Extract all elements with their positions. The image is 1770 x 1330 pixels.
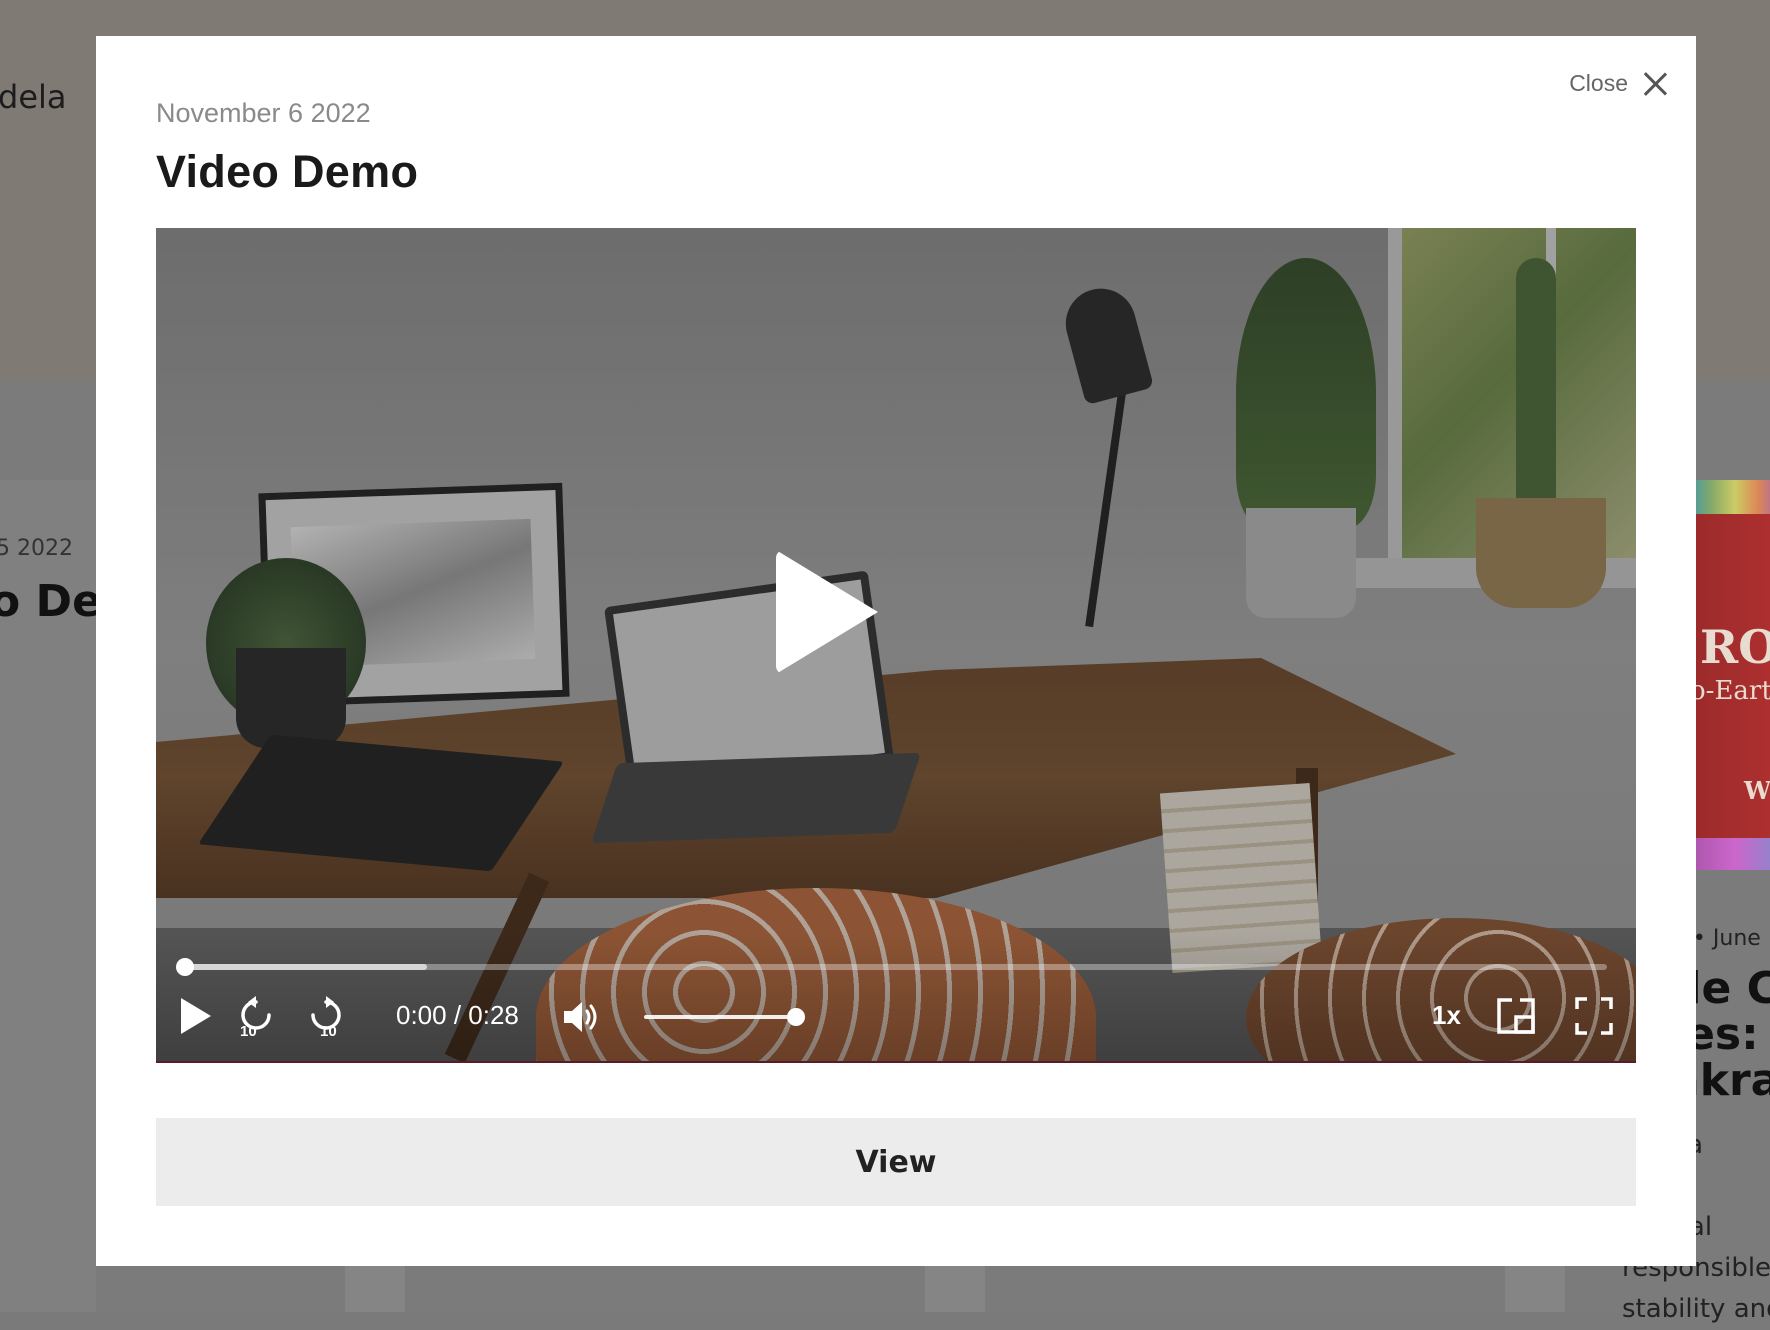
background-promo-text: o-Eart <box>1690 676 1770 706</box>
forward-seconds: 10 <box>320 1023 337 1038</box>
paragraph-line: stability and <box>1622 1294 1770 1324</box>
controls-overlay <box>156 931 1636 1061</box>
big-play-button[interactable] <box>766 538 886 686</box>
background-promo-image <box>1690 480 1770 870</box>
volume-knob[interactable] <box>787 1008 805 1026</box>
playback-speed-button[interactable]: 1x <box>1432 1000 1461 1031</box>
view-button[interactable]: View <box>156 1118 1636 1206</box>
background-promo-text: RO <box>1700 620 1770 674</box>
close-label: Close <box>1569 70 1628 96</box>
close-button[interactable]: Close <box>1569 70 1668 97</box>
volume-slider[interactable] <box>644 1008 805 1026</box>
post-date: November 6 2022 <box>156 98 371 128</box>
video-player[interactable]: 10 10 0:00 / 0:28 1x <box>156 228 1636 1063</box>
background-promo-text: W <box>1744 776 1770 805</box>
background-promo-bar <box>1690 838 1770 870</box>
progress-bar[interactable] <box>176 958 1607 976</box>
background-promo-bar <box>1690 480 1770 514</box>
forward-10-icon[interactable]: 10 <box>306 994 346 1040</box>
modal-title: Video Demo <box>156 146 419 197</box>
background-brand: dela <box>0 78 67 116</box>
replay-seconds: 10 <box>240 1023 257 1038</box>
background-card-strip <box>925 1265 985 1312</box>
time-display: 0:00 / 0:28 <box>396 1000 519 1030</box>
background-card-strip <box>345 1265 405 1312</box>
replay-10-icon[interactable]: 10 <box>236 994 276 1040</box>
volume-icon[interactable] <box>562 998 602 1036</box>
progress-knob[interactable] <box>176 958 194 976</box>
progress-buffered <box>185 964 427 970</box>
play-button[interactable] <box>181 998 211 1034</box>
background-card-strip <box>1505 1265 1565 1312</box>
fullscreen-icon[interactable] <box>1574 996 1614 1036</box>
close-icon[interactable] <box>1642 71 1668 97</box>
background-card-date: 5 2022 <box>0 536 73 561</box>
play-icon <box>776 550 878 674</box>
video-modal: Close November 6 2022 Video Demo 10 10 0… <box>96 36 1696 1266</box>
picture-in-picture-icon[interactable] <box>1496 996 1536 1036</box>
